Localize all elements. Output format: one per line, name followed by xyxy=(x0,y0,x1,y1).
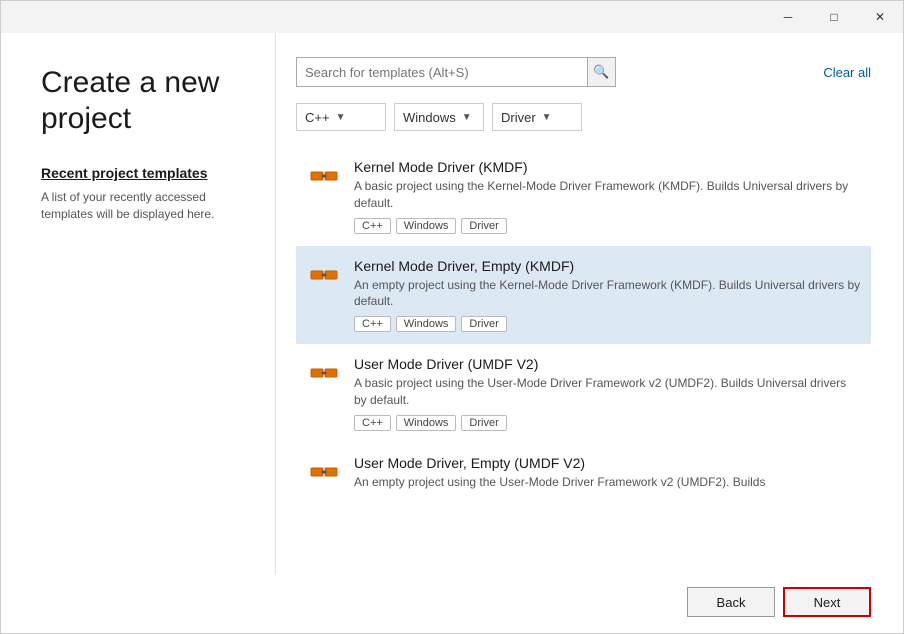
template-name-umdf-v2-empty: User Mode Driver, Empty (UMDF V2) xyxy=(354,455,861,471)
sidebar-divider xyxy=(275,33,276,575)
template-tags-kmdf: C++ Windows Driver xyxy=(354,218,861,234)
template-item-umdf-v2-empty[interactable]: User Mode Driver, Empty (UMDF V2) An emp… xyxy=(296,443,871,509)
type-filter[interactable]: Driver ▼ xyxy=(492,103,582,131)
search-row: 🔍 Clear all xyxy=(296,57,871,87)
template-desc-umdf-v2: A basic project using the User-Mode Driv… xyxy=(354,375,861,409)
template-desc-kmdf: A basic project using the Kernel-Mode Dr… xyxy=(354,178,861,212)
tag: Driver xyxy=(461,316,506,332)
page-title: Create a new project xyxy=(41,65,243,137)
main-content: 🔍 Clear all C++ ▼ Windows ▼ Driver ▼ xyxy=(280,33,903,575)
tag: Windows xyxy=(396,316,457,332)
minimize-button[interactable]: ─ xyxy=(765,1,811,33)
template-name-umdf-v2: User Mode Driver (UMDF V2) xyxy=(354,356,861,372)
template-desc-kmdf-empty: An empty project using the Kernel-Mode D… xyxy=(354,277,861,311)
tag: Windows xyxy=(396,218,457,234)
tag: C++ xyxy=(354,218,391,234)
template-item-kmdf[interactable]: Kernel Mode Driver (KMDF) A basic projec… xyxy=(296,147,871,246)
close-button[interactable]: ✕ xyxy=(857,1,903,33)
maximize-button[interactable]: □ xyxy=(811,1,857,33)
template-info-umdf-v2-empty: User Mode Driver, Empty (UMDF V2) An emp… xyxy=(354,455,861,497)
platform-filter-arrow: ▼ xyxy=(462,112,472,123)
template-item-kmdf-empty[interactable]: Kernel Mode Driver, Empty (KMDF) An empt… xyxy=(296,246,871,345)
templates-list: Kernel Mode Driver (KMDF) A basic projec… xyxy=(296,147,871,559)
clear-all-link[interactable]: Clear all xyxy=(823,65,871,80)
sidebar: Create a new project Recent project temp… xyxy=(1,33,271,575)
template-info-umdf-v2: User Mode Driver (UMDF V2) A basic proje… xyxy=(354,356,861,431)
template-name-kmdf-empty: Kernel Mode Driver, Empty (KMDF) xyxy=(354,258,861,274)
tag: Driver xyxy=(461,415,506,431)
search-button[interactable]: 🔍 xyxy=(587,58,615,86)
language-filter-arrow: ▼ xyxy=(336,112,346,123)
filters-row: C++ ▼ Windows ▼ Driver ▼ xyxy=(296,103,871,131)
template-icon-kmdf xyxy=(306,161,342,197)
template-icon-umdf-v2 xyxy=(306,358,342,394)
template-info-kmdf: Kernel Mode Driver (KMDF) A basic projec… xyxy=(354,159,861,234)
next-button[interactable]: Next xyxy=(783,587,871,617)
back-button[interactable]: Back xyxy=(687,587,775,617)
type-filter-label: Driver xyxy=(501,110,536,125)
title-bar: ─ □ ✕ xyxy=(1,1,903,33)
search-box: 🔍 xyxy=(296,57,616,87)
type-filter-arrow: ▼ xyxy=(542,112,552,123)
template-desc-umdf-v2-empty: An empty project using the User-Mode Dri… xyxy=(354,474,861,491)
search-icon: 🔍 xyxy=(593,64,609,80)
recent-templates-description: A list of your recently accessed templat… xyxy=(41,189,243,223)
template-icon-kmdf-empty xyxy=(306,260,342,296)
template-tags-kmdf-empty: C++ Windows Driver xyxy=(354,316,861,332)
language-filter-label: C++ xyxy=(305,110,330,125)
search-input[interactable] xyxy=(297,58,587,86)
tag: C++ xyxy=(354,316,391,332)
language-filter[interactable]: C++ ▼ xyxy=(296,103,386,131)
template-name-kmdf: Kernel Mode Driver (KMDF) xyxy=(354,159,861,175)
template-info-kmdf-empty: Kernel Mode Driver, Empty (KMDF) An empt… xyxy=(354,258,861,333)
platform-filter-label: Windows xyxy=(403,110,456,125)
tag: C++ xyxy=(354,415,391,431)
tag: Windows xyxy=(396,415,457,431)
footer: Back Next xyxy=(1,575,903,633)
content-area: Create a new project Recent project temp… xyxy=(1,33,903,575)
recent-templates-heading: Recent project templates xyxy=(41,165,243,181)
tag: Driver xyxy=(461,218,506,234)
platform-filter[interactable]: Windows ▼ xyxy=(394,103,484,131)
template-icon-umdf-v2-empty xyxy=(306,457,342,493)
main-window: ─ □ ✕ Create a new project Recent projec… xyxy=(0,0,904,634)
template-tags-umdf-v2: C++ Windows Driver xyxy=(354,415,861,431)
template-item-umdf-v2[interactable]: User Mode Driver (UMDF V2) A basic proje… xyxy=(296,344,871,443)
